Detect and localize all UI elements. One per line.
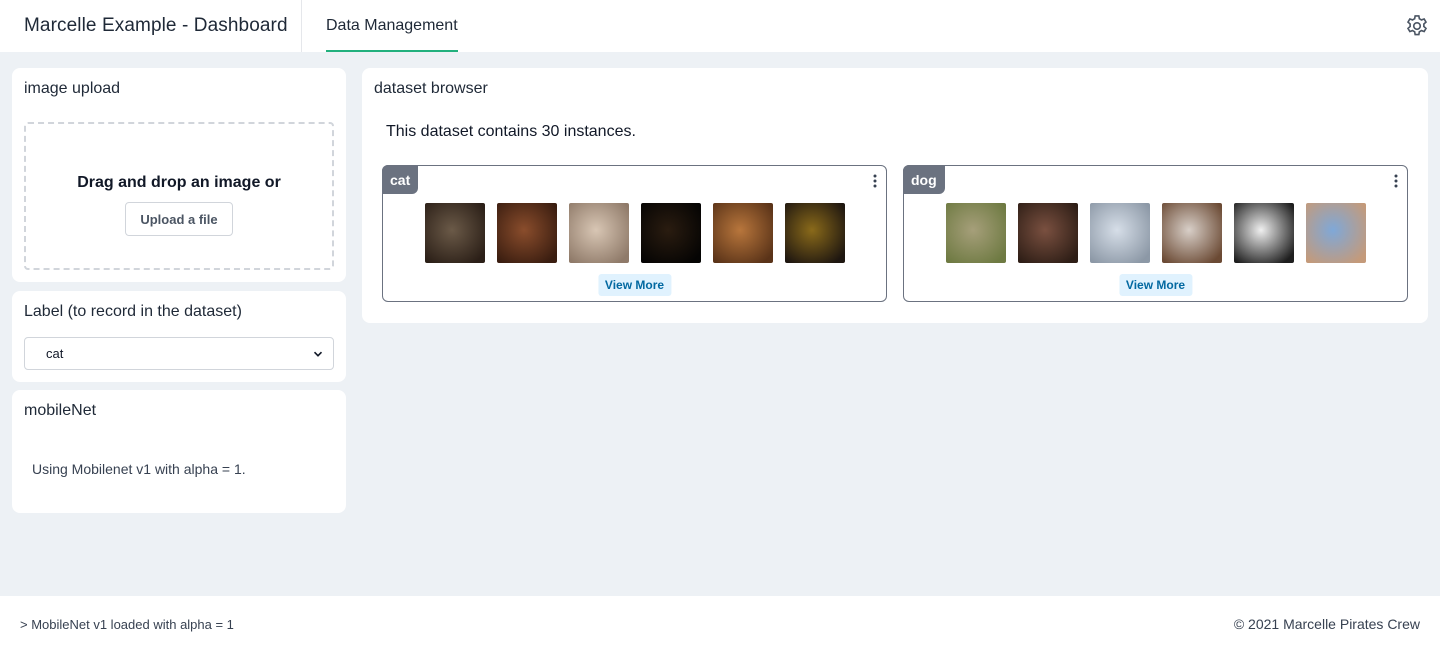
- thumbnail-cat-3[interactable]: [568, 203, 629, 263]
- class-box-cat: cat View More: [382, 165, 887, 302]
- thumbnail-row: [383, 203, 886, 263]
- more-options-icon[interactable]: [872, 173, 878, 189]
- dataset-browser-title: dataset browser: [374, 80, 488, 97]
- mobilenet-description: Using Mobilenet v1 with alpha = 1.: [32, 461, 246, 477]
- tab-data-management[interactable]: Data Management: [326, 0, 458, 52]
- thumbnail-cat-6[interactable]: [784, 203, 845, 263]
- upload-file-button[interactable]: Upload a file: [125, 202, 233, 236]
- drop-text: Drag and drop an image or: [77, 174, 281, 191]
- app-title: Marcelle Example - Dashboard: [0, 0, 302, 52]
- image-upload-title: image upload: [24, 80, 121, 97]
- dataset-browser-card: dataset browser This dataset contains 30…: [362, 68, 1428, 323]
- thumbnail-cat-4[interactable]: [640, 203, 701, 263]
- view-more-button[interactable]: View More: [597, 274, 672, 296]
- label-title: Label (to record in the dataset): [24, 303, 242, 320]
- thumbnail-dog-1[interactable]: [945, 203, 1006, 263]
- thumbnail-cat-1[interactable]: [424, 203, 485, 263]
- chevron-down-icon: [313, 351, 323, 357]
- label-select-value: cat: [46, 346, 64, 361]
- gear-icon[interactable]: [1404, 13, 1430, 39]
- thumbnail-cat-2[interactable]: [496, 203, 557, 263]
- mobilenet-card: mobileNet Using Mobilenet v1 with alpha …: [12, 390, 346, 513]
- view-more-button[interactable]: View More: [1118, 274, 1193, 296]
- app-footer: > MobileNet v1 loaded with alpha = 1 © 2…: [0, 596, 1440, 652]
- app-header: Marcelle Example - Dashboard Data Manage…: [0, 0, 1440, 52]
- more-options-icon[interactable]: [1393, 173, 1399, 189]
- thumbnail-cat-5[interactable]: [712, 203, 773, 263]
- thumbnail-dog-5[interactable]: [1233, 203, 1294, 263]
- image-upload-card: image upload Drag and drop an image or U…: [12, 68, 346, 282]
- thumbnail-row: [904, 203, 1407, 263]
- copyright: © 2021 Marcelle Pirates Crew: [1233, 616, 1420, 632]
- thumbnail-dog-3[interactable]: [1089, 203, 1150, 263]
- class-box-dog: dog View More: [903, 165, 1408, 302]
- thumbnail-dog-4[interactable]: [1161, 203, 1222, 263]
- thumbnail-dog-2[interactable]: [1017, 203, 1078, 263]
- dataset-summary: This dataset contains 30 instances.: [386, 123, 636, 140]
- label-card: Label (to record in the dataset) cat: [12, 291, 346, 382]
- class-label-dog: dog: [903, 165, 945, 194]
- status-log: > MobileNet v1 loaded with alpha = 1: [20, 616, 234, 632]
- mobilenet-title: mobileNet: [24, 402, 97, 419]
- label-select[interactable]: cat: [24, 337, 334, 370]
- class-label-cat: cat: [382, 165, 419, 194]
- dropzone[interactable]: Drag and drop an image or Upload a file: [24, 122, 334, 270]
- thumbnail-dog-6[interactable]: [1305, 203, 1366, 263]
